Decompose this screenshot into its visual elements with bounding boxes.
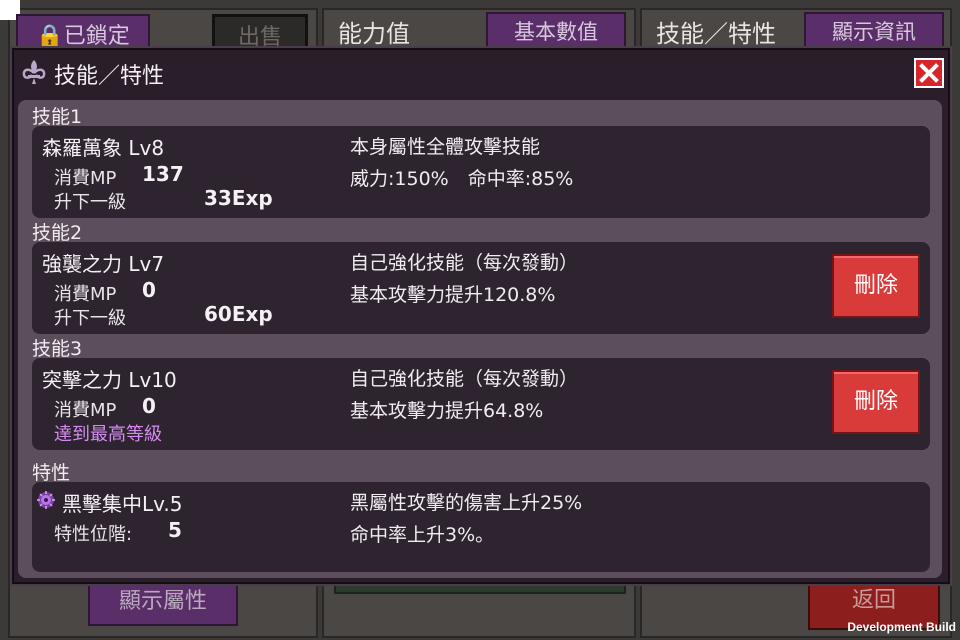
skill-3-card: 突擊之力 Lv10 消費MP 0 達到最高等級 自己強化技能（每次發動） 基本攻…: [32, 358, 930, 450]
trait-card: 黑擊集中Lv.5 特性位階: 5 黑屬性攻擊的傷害上升25% 命中率上升3%。: [32, 482, 930, 572]
dialog-body: 技能1 森羅萬象 Lv8 消費MP 137 升下一級 33Exp 本身屬性全體攻…: [18, 100, 942, 578]
trait-effect: 命中率上升3%。: [350, 524, 495, 546]
lock-icon: 🔒: [36, 24, 64, 49]
skill-3-max-level-label: 達到最高等級: [54, 424, 162, 445]
skill-3-name: 突擊之力 Lv10: [42, 368, 177, 392]
dialog-title: 技能／特性: [54, 64, 165, 89]
base-stats-button[interactable]: 基本數值: [486, 12, 626, 52]
skill-1-mp-label: 消費MP: [54, 168, 117, 189]
skill-2-card: 強襲之力 Lv7 消費MP 0 升下一級 60Exp 自己強化技能（每次發動） …: [32, 242, 930, 334]
skill-3-description: 自己強化技能（每次發動）: [350, 368, 579, 390]
lock-label: 已鎖定: [63, 24, 130, 49]
skill-1-next-value: 33Exp: [204, 186, 273, 210]
skills-traits-dialog: 技能／特性 技能1 森羅萬象 Lv8 消費MP 137 升下一級 33Exp 本…: [12, 48, 950, 584]
fleur-de-lis-icon: [22, 60, 46, 84]
skill-2-mp-value: 0: [142, 278, 156, 302]
skill-2-next-label: 升下一級: [54, 308, 126, 329]
skill-1-next-label: 升下一級: [54, 192, 126, 213]
skill-3-mp-value: 0: [142, 394, 156, 418]
skill-2-section-label: 技能2: [32, 222, 83, 244]
skill-3-mp-label: 消費MP: [54, 400, 117, 421]
skill-1-description: 本身屬性全體攻擊技能: [350, 136, 541, 158]
trait-section-label: 特性: [32, 462, 71, 484]
skill-3-section-label: 技能3: [32, 338, 83, 360]
skill-2-next-value: 60Exp: [204, 302, 273, 326]
skill-2-name: 強襲之力 Lv7: [42, 252, 165, 276]
trait-rank-value: 5: [168, 518, 182, 542]
skill-2-description: 自己強化技能（每次發動）: [350, 252, 579, 274]
skill-3-effect: 基本攻擊力提升64.8%: [350, 400, 544, 422]
trait-name: 黑擊集中Lv.5: [62, 492, 183, 516]
development-build-label: Development Build: [847, 620, 956, 634]
skill-2-delete-button[interactable]: 刪除: [832, 254, 920, 318]
trait-description: 黑屬性攻擊的傷害上升25%: [350, 492, 583, 514]
show-info-button[interactable]: 顯示資訊: [804, 12, 944, 52]
skill-1-card: 森羅萬象 Lv8 消費MP 137 升下一級 33Exp 本身屬性全體攻擊技能 …: [32, 126, 930, 218]
skill-2-mp-label: 消費MP: [54, 284, 117, 305]
trait-rank-label: 特性位階:: [54, 524, 133, 545]
skill-1-name: 森羅萬象 Lv8: [42, 136, 165, 160]
skill-3-delete-button[interactable]: 刪除: [832, 370, 920, 434]
skill-1-mp-value: 137: [142, 162, 184, 186]
show-attributes-button[interactable]: 顯示屬性: [88, 578, 238, 626]
dark-element-icon: [37, 491, 55, 509]
close-button[interactable]: [914, 58, 944, 88]
close-icon: [919, 63, 939, 83]
skill-1-effect: 威力:150% 命中率:85%: [350, 168, 574, 190]
stats-title: 能力值: [338, 20, 410, 48]
skills-title: 技能／特性: [656, 20, 776, 48]
skill-1-section-label: 技能1: [32, 106, 83, 128]
skill-2-effect: 基本攻擊力提升120.8%: [350, 284, 556, 306]
dialog-header: 技能／特性: [14, 50, 948, 94]
